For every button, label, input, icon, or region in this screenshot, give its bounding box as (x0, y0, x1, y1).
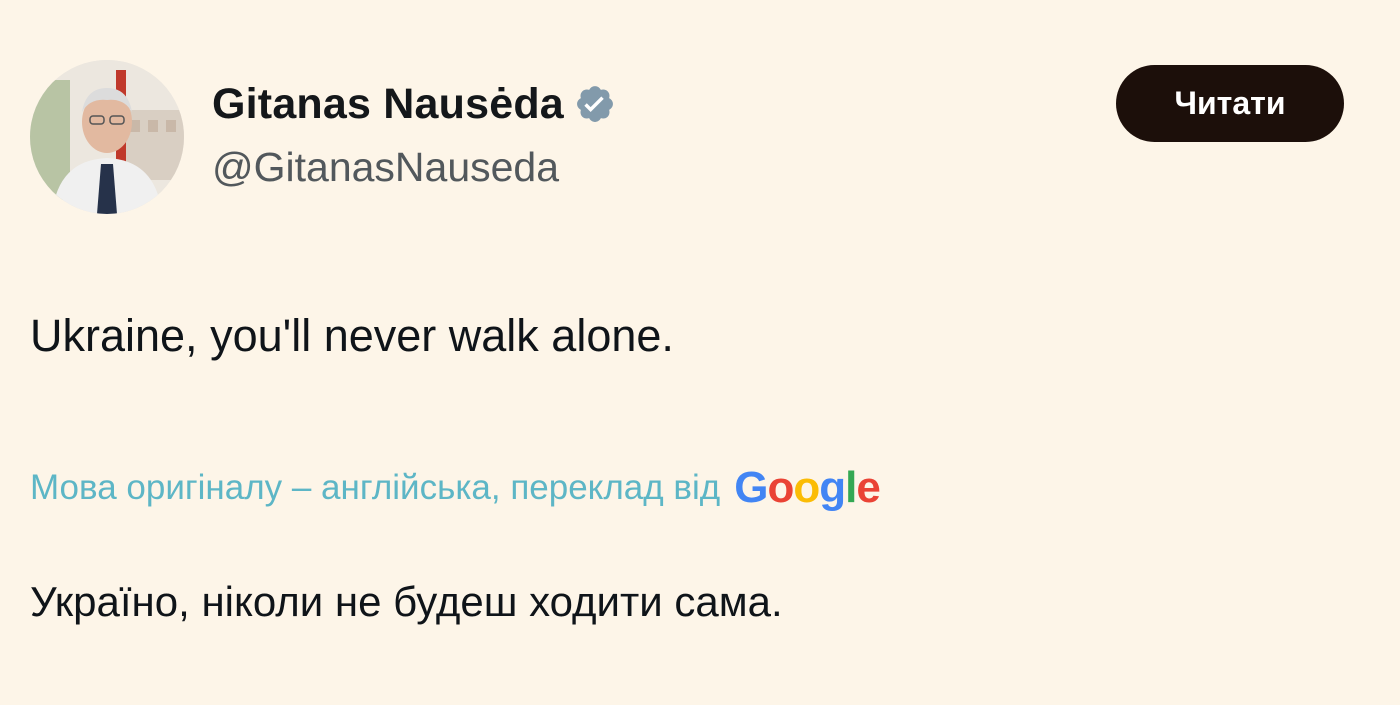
translated-tweet-text: Україно, ніколи не будеш ходити сама. (30, 578, 783, 625)
google-logo-letter: l (845, 463, 857, 512)
avatar[interactable] (30, 60, 184, 214)
author-name-row: Gitanas Nausėda (212, 76, 616, 132)
author-handle[interactable]: @GitanasNauseda (212, 144, 559, 191)
google-logo-letter: g (819, 463, 846, 512)
google-logo-letter: o (793, 463, 820, 512)
google-logo-letter: o (767, 463, 794, 512)
google-logo-letter: G (734, 463, 768, 512)
avatar-photo (30, 60, 184, 214)
google-logo: Google (734, 463, 881, 512)
google-logo-letter: e (856, 463, 881, 512)
author-display-name[interactable]: Gitanas Nausėda (212, 80, 564, 129)
translation-note-text[interactable]: Мова оригіналу – англійська, переклад ві… (30, 468, 720, 508)
translation-note[interactable]: Мова оригіналу – англійська, переклад ві… (30, 463, 881, 512)
tweet-text: Ukraine, you'll never walk alone. (30, 310, 674, 361)
follow-button[interactable]: Читати (1116, 65, 1344, 142)
verified-badge-icon[interactable] (574, 83, 616, 125)
